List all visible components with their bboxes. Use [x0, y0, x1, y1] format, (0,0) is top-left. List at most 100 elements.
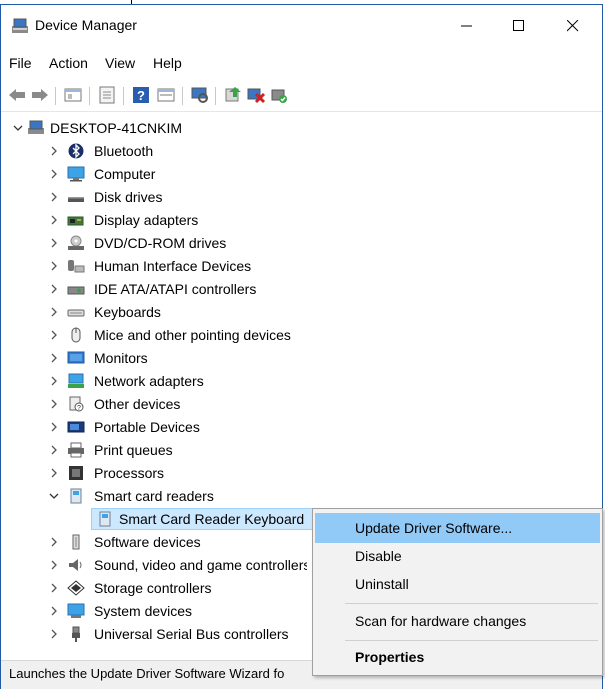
- chevron-right-icon[interactable]: [47, 255, 61, 277]
- chevron-right-icon[interactable]: [47, 163, 61, 185]
- enable-device-icon[interactable]: [269, 85, 289, 105]
- hid-icon: [68, 260, 85, 273]
- menu-item-scan-for-hardware-changes[interactable]: Scan for hardware changes: [315, 606, 600, 636]
- title-bar[interactable]: Device Manager: [1, 5, 602, 47]
- tree-item-storage-controllers[interactable]: Storage controllers: [7, 577, 307, 599]
- tree-item-label: System devices: [94, 603, 193, 619]
- close-icon: [567, 20, 579, 32]
- minimize-icon: [461, 25, 472, 27]
- menu-item-label: Disable: [355, 548, 402, 564]
- tree-item-disk-drives[interactable]: Disk drives: [7, 186, 307, 208]
- minimize-button[interactable]: [441, 5, 493, 47]
- chevron-right-icon[interactable]: [47, 278, 61, 300]
- tree-item-label: Bluetooth: [94, 143, 154, 159]
- chevron-right-icon[interactable]: [47, 324, 61, 346]
- tree-root[interactable]: DESKTOP-41CNKIM: [7, 117, 307, 139]
- tree-item-label: Network adapters: [94, 373, 204, 389]
- tree-item-print-queues[interactable]: Print queues: [7, 439, 307, 461]
- chevron-right-icon[interactable]: [47, 554, 61, 576]
- tree-item-label: Storage controllers: [94, 580, 212, 596]
- tree-item-sound-video-game-controllers[interactable]: Sound, video and game controllers: [7, 554, 307, 576]
- chevron-right-icon[interactable]: [47, 209, 61, 231]
- tree-item-other-devices[interactable]: ? Other devices: [7, 393, 307, 415]
- disk-drive-icon: [68, 197, 84, 202]
- tree-item-dvd-cd-rom-drives[interactable]: DVD/CD-ROM drives: [7, 232, 307, 254]
- menu-item-properties[interactable]: Properties: [315, 642, 600, 672]
- tree-item-network-adapters[interactable]: Network adapters: [7, 370, 307, 392]
- menu-help[interactable]: Help: [153, 55, 182, 71]
- unknown-device-icon: ?: [69, 396, 84, 412]
- chevron-right-icon[interactable]: [47, 301, 61, 323]
- tree-item-label: Mice and other pointing devices: [94, 327, 291, 343]
- chevron-right-icon[interactable]: [47, 577, 61, 599]
- tree-item-computer[interactable]: Computer: [7, 163, 307, 185]
- show-hide-tree-icon[interactable]: [63, 85, 83, 105]
- tree-item-ide-ata-atapi-controllers[interactable]: IDE ATA/ATAPI controllers: [7, 278, 307, 300]
- tree-item-system-devices[interactable]: System devices: [7, 600, 307, 622]
- tree-item-label: Disk drives: [94, 189, 163, 205]
- menu-view[interactable]: View: [105, 55, 135, 71]
- chevron-right-icon[interactable]: [47, 600, 61, 622]
- tree-item-label: Display adapters: [94, 212, 199, 228]
- tree-item-portable-devices[interactable]: Portable Devices: [7, 416, 307, 438]
- chevron-right-icon[interactable]: [47, 370, 61, 392]
- svg-text:?: ?: [137, 88, 145, 103]
- forward-arrow-icon[interactable]: [30, 85, 50, 105]
- tree-item-display-adapters[interactable]: Display adapters: [7, 209, 307, 231]
- uninstall-device-icon[interactable]: [246, 85, 266, 105]
- network-adapter-icon: [68, 373, 84, 388]
- tree-item-mice[interactable]: Mice and other pointing devices: [7, 324, 327, 346]
- menu-item-update-driver-software[interactable]: Update Driver Software...: [315, 513, 600, 543]
- monitor-icon: [67, 351, 85, 364]
- help-icon[interactable]: ?: [131, 85, 151, 105]
- tree-item-label: Processors: [94, 465, 165, 481]
- chevron-right-icon[interactable]: [47, 416, 61, 438]
- toolbar-separator: [215, 87, 216, 105]
- tree-item-usb-controllers[interactable]: Universal Serial Bus controllers: [7, 623, 307, 645]
- menu-action[interactable]: Action: [49, 55, 88, 71]
- chevron-right-icon[interactable]: [47, 232, 61, 254]
- speaker-icon: [69, 559, 82, 571]
- ide-controller-icon: [67, 286, 85, 295]
- tree-item-smart-card-readers[interactable]: Smart card readers: [7, 485, 307, 507]
- chevron-right-icon[interactable]: [47, 439, 61, 461]
- view-icon[interactable]: [156, 85, 176, 105]
- tree-item-smart-card-reader-keyboard[interactable]: Smart Card Reader Keyboard: [91, 508, 315, 530]
- menu-item-label: Update Driver Software...: [355, 520, 513, 536]
- tree-item-label: DVD/CD-ROM drives: [94, 235, 227, 251]
- chevron-right-icon[interactable]: [47, 462, 61, 484]
- update-driver-icon[interactable]: [223, 85, 243, 105]
- bluetooth-icon: [68, 143, 84, 159]
- computer-icon: [67, 166, 85, 182]
- chevron-right-icon[interactable]: [47, 186, 61, 208]
- chevron-down-icon[interactable]: [11, 117, 25, 139]
- tree-item-label: Universal Serial Bus controllers: [94, 626, 289, 642]
- menu-separator: [345, 640, 598, 641]
- tree-item-software-devices[interactable]: Software devices: [7, 531, 307, 553]
- menu-item-uninstall[interactable]: Uninstall: [315, 569, 600, 599]
- tree-item-keyboards[interactable]: Keyboards: [7, 301, 307, 323]
- menu-item-disable[interactable]: Disable: [315, 541, 600, 571]
- device-manager-icon: [12, 18, 28, 33]
- back-arrow-icon[interactable]: [7, 85, 27, 105]
- chevron-right-icon[interactable]: [47, 393, 61, 415]
- storage-controller-icon: [67, 580, 85, 596]
- tree-item-human-interface-devices[interactable]: Human Interface Devices: [7, 255, 307, 277]
- toolbar-separator: [55, 87, 56, 105]
- computer-host-icon: [28, 120, 44, 134]
- chevron-right-icon[interactable]: [47, 140, 61, 162]
- chevron-right-icon[interactable]: [47, 531, 61, 553]
- scan-hardware-icon[interactable]: [190, 85, 210, 105]
- chevron-right-icon[interactable]: [47, 623, 61, 645]
- menu-file[interactable]: File: [9, 55, 32, 71]
- tree-item-bluetooth[interactable]: Bluetooth: [7, 140, 307, 162]
- tree-item-processors[interactable]: Processors: [7, 462, 307, 484]
- properties-icon[interactable]: [97, 85, 117, 105]
- context-menu: Update Driver Software... Disable Uninst…: [312, 508, 603, 676]
- chevron-right-icon[interactable]: [47, 347, 61, 369]
- chevron-down-icon[interactable]: [47, 485, 61, 507]
- tree-item-monitors[interactable]: Monitors: [7, 347, 307, 369]
- software-device-icon: [72, 534, 80, 550]
- maximize-button[interactable]: [493, 5, 545, 47]
- close-button[interactable]: [547, 5, 599, 47]
